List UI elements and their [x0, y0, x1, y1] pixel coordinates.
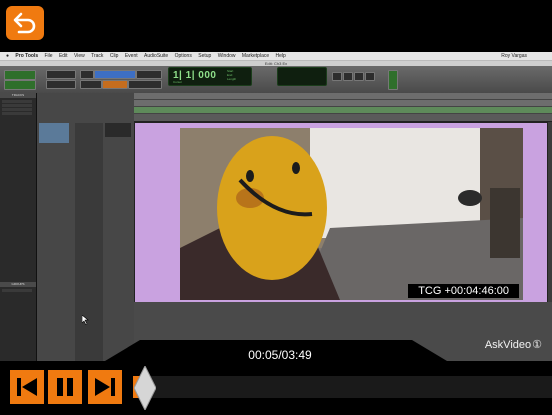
menu-item-view[interactable]: View [74, 52, 85, 60]
pencil-tool[interactable] [136, 70, 162, 79]
menu-item-setup[interactable]: Setup [198, 52, 211, 60]
video-track-header[interactable] [39, 123, 69, 143]
elapsed-time: 00:05/03:49 [248, 348, 312, 362]
askvideo-watermark: AskVideo① [484, 339, 542, 351]
play-button[interactable] [354, 72, 364, 81]
menu-item-options[interactable]: Options [175, 52, 192, 60]
tracks-header: TRACKS [0, 93, 36, 98]
mac-menu-bar: ● Pro Tools File Edit View Track Clip Ev… [0, 52, 552, 61]
track-list-item[interactable] [2, 104, 32, 107]
menu-item-pro-tools[interactable]: Pro Tools [15, 52, 38, 60]
video-scene-image [180, 128, 523, 300]
scrubber-handle-icon [133, 364, 157, 412]
rewind-button[interactable] [332, 72, 342, 81]
edit-toolbar [0, 66, 552, 94]
record-button[interactable] [365, 72, 375, 81]
link-selection-button[interactable] [102, 80, 128, 89]
timecode-ruler[interactable] [134, 100, 552, 107]
timecode-burn-in: TCG +00:04:46:00 [408, 284, 519, 298]
bars-beats-ruler[interactable] [134, 93, 552, 100]
menu-item-clip[interactable]: Clip [110, 52, 119, 60]
track-list-item[interactable] [2, 108, 32, 111]
next-button[interactable] [88, 370, 122, 404]
mode-slip-button[interactable] [4, 80, 36, 90]
zoom-preset-button[interactable] [46, 80, 76, 89]
skip-forward-icon [95, 378, 115, 396]
progress-thumb[interactable] [133, 364, 157, 412]
zoom-button[interactable] [46, 70, 76, 79]
menu-item-window[interactable]: Window [218, 52, 236, 60]
level-meter [388, 70, 398, 90]
previous-button[interactable] [10, 370, 44, 404]
skip-back-icon [17, 378, 37, 396]
group-list-item[interactable] [2, 289, 32, 292]
timeline-rulers [134, 93, 552, 122]
top-bar [0, 0, 552, 52]
back-arrow-icon [13, 12, 36, 34]
user-name[interactable]: Roy Vargas [501, 52, 527, 60]
menu-item-help[interactable]: Help [276, 52, 286, 60]
video-frame: TCG +00:04:46:00 [180, 128, 523, 300]
counter-label: Cursor [173, 80, 183, 84]
counter-fields: Start End Length [227, 69, 236, 81]
markers-ruler[interactable] [134, 107, 552, 114]
io-column [105, 123, 131, 137]
length-label: Length [227, 77, 237, 81]
menu-item-file[interactable]: File [45, 52, 53, 60]
pause-button[interactable] [48, 370, 82, 404]
tab-to-transient-button[interactable] [80, 80, 102, 89]
groups-header: GROUPS [0, 282, 36, 287]
sub-counter[interactable] [277, 67, 327, 86]
zoomer-tool[interactable] [80, 70, 94, 79]
grid-nudge-button[interactable] [128, 80, 162, 89]
menu-item-edit[interactable]: Edit [59, 52, 68, 60]
menu-item-track[interactable]: Track [91, 52, 103, 60]
tracks-panel: TRACKS GROUPS [0, 93, 37, 361]
askvideo-logo-icon: ① [532, 339, 542, 351]
menu-item-marketplace[interactable]: Marketplace [242, 52, 269, 60]
main-counter[interactable]: 1| 1| 000 Cursor Start End Length [168, 67, 252, 86]
progress-track[interactable] [150, 376, 552, 398]
mode-shuffle-button[interactable] [4, 70, 36, 80]
menu-item-audiosuite[interactable]: AudioSuite [144, 52, 168, 60]
back-button[interactable] [6, 6, 44, 40]
stop-button[interactable] [343, 72, 353, 81]
apple-icon[interactable]: ● [6, 52, 9, 60]
track-list-item[interactable] [2, 112, 32, 115]
pause-icon [57, 378, 73, 396]
mouse-pointer-icon [81, 312, 90, 330]
trim-select-grab-tools[interactable] [94, 70, 136, 79]
track-list-item[interactable] [2, 100, 32, 103]
menu-item-event[interactable]: Event [125, 52, 138, 60]
